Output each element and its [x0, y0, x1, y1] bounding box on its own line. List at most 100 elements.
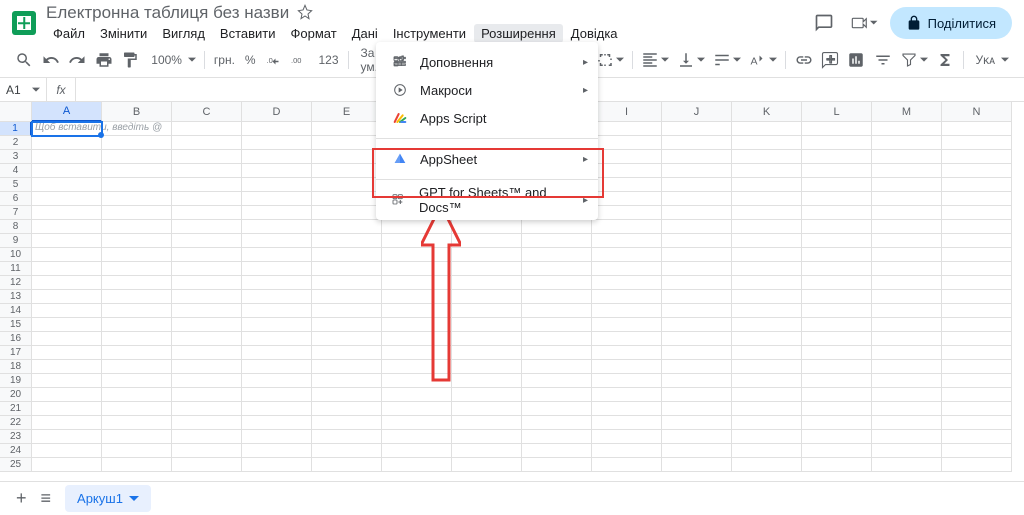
cell[interactable]: [452, 444, 522, 458]
cell[interactable]: [732, 304, 802, 318]
row-header[interactable]: 16: [0, 332, 32, 346]
cell[interactable]: [802, 458, 872, 472]
cell[interactable]: [32, 416, 102, 430]
cell[interactable]: [802, 374, 872, 388]
cell[interactable]: [872, 388, 942, 402]
cell[interactable]: [662, 262, 732, 276]
column-header[interactable]: N: [942, 102, 1012, 122]
zoom-dropdown[interactable]: 100%: [144, 53, 199, 67]
currency-format[interactable]: грн.: [210, 53, 239, 67]
cell[interactable]: [312, 122, 382, 136]
menu-edit[interactable]: Змінити: [93, 24, 154, 43]
cell[interactable]: [172, 374, 242, 388]
cell[interactable]: [942, 150, 1012, 164]
cell[interactable]: [452, 276, 522, 290]
cell[interactable]: [802, 444, 872, 458]
cell[interactable]: [592, 206, 662, 220]
cell[interactable]: [172, 346, 242, 360]
cell[interactable]: [802, 150, 872, 164]
column-header[interactable]: D: [242, 102, 312, 122]
decrease-decimal-icon[interactable]: .0: [262, 47, 286, 73]
row-header[interactable]: 6: [0, 192, 32, 206]
cell[interactable]: [662, 248, 732, 262]
cell[interactable]: [102, 234, 172, 248]
cell[interactable]: [32, 220, 102, 234]
cell[interactable]: [592, 458, 662, 472]
cell[interactable]: [172, 136, 242, 150]
increase-decimal-icon[interactable]: .00: [288, 47, 312, 73]
cell[interactable]: [662, 444, 732, 458]
cell[interactable]: [382, 458, 452, 472]
cell[interactable]: [942, 136, 1012, 150]
cell[interactable]: [312, 374, 382, 388]
cell[interactable]: [802, 220, 872, 234]
cell[interactable]: [32, 402, 102, 416]
cell[interactable]: [732, 402, 802, 416]
row-header[interactable]: 11: [0, 262, 32, 276]
cell[interactable]: [172, 220, 242, 234]
menu-tools[interactable]: Інструменти: [386, 24, 473, 43]
cell[interactable]: [312, 192, 382, 206]
cell[interactable]: [662, 430, 732, 444]
cell[interactable]: [452, 388, 522, 402]
cell[interactable]: [382, 360, 452, 374]
cell[interactable]: [662, 332, 732, 346]
cell[interactable]: [172, 402, 242, 416]
cell[interactable]: [172, 206, 242, 220]
cell[interactable]: [172, 332, 242, 346]
cell[interactable]: [382, 444, 452, 458]
row-header[interactable]: 4: [0, 164, 32, 178]
cell[interactable]: [172, 150, 242, 164]
cell[interactable]: [452, 346, 522, 360]
cell[interactable]: [732, 248, 802, 262]
cell[interactable]: [942, 304, 1012, 318]
cell[interactable]: [312, 332, 382, 346]
menu-view[interactable]: Вигляд: [155, 24, 212, 43]
cell[interactable]: [802, 416, 872, 430]
row-header[interactable]: 19: [0, 374, 32, 388]
cell[interactable]: [32, 318, 102, 332]
cell[interactable]: [312, 458, 382, 472]
cell[interactable]: [942, 388, 1012, 402]
cell[interactable]: [102, 430, 172, 444]
cell[interactable]: [942, 416, 1012, 430]
cell[interactable]: [32, 332, 102, 346]
cell[interactable]: [522, 318, 592, 332]
cell[interactable]: [32, 192, 102, 206]
cell[interactable]: [802, 318, 872, 332]
cell[interactable]: [592, 150, 662, 164]
cell[interactable]: [452, 234, 522, 248]
cell[interactable]: [452, 430, 522, 444]
row-header[interactable]: 9: [0, 234, 32, 248]
cell[interactable]: [102, 416, 172, 430]
cell[interactable]: [172, 416, 242, 430]
cell[interactable]: [942, 248, 1012, 262]
cell[interactable]: [102, 374, 172, 388]
cell[interactable]: [592, 248, 662, 262]
cell[interactable]: [522, 444, 592, 458]
cell[interactable]: [942, 192, 1012, 206]
cell[interactable]: [32, 360, 102, 374]
cell[interactable]: [32, 290, 102, 304]
cell[interactable]: [452, 304, 522, 318]
cell[interactable]: [32, 136, 102, 150]
cell[interactable]: [242, 290, 312, 304]
cell[interactable]: [32, 164, 102, 178]
cell[interactable]: [382, 304, 452, 318]
cell[interactable]: [802, 192, 872, 206]
print-icon[interactable]: [91, 47, 115, 73]
cell[interactable]: [32, 458, 102, 472]
cell[interactable]: [452, 374, 522, 388]
cell[interactable]: [802, 402, 872, 416]
cell[interactable]: [172, 262, 242, 276]
cell[interactable]: [102, 444, 172, 458]
cell[interactable]: [312, 318, 382, 332]
cell[interactable]: [872, 234, 942, 248]
cell[interactable]: [592, 430, 662, 444]
cell[interactable]: [522, 416, 592, 430]
cell[interactable]: [732, 220, 802, 234]
cell[interactable]: [872, 192, 942, 206]
row-header[interactable]: 7: [0, 206, 32, 220]
cell[interactable]: [452, 360, 522, 374]
cell[interactable]: [732, 318, 802, 332]
